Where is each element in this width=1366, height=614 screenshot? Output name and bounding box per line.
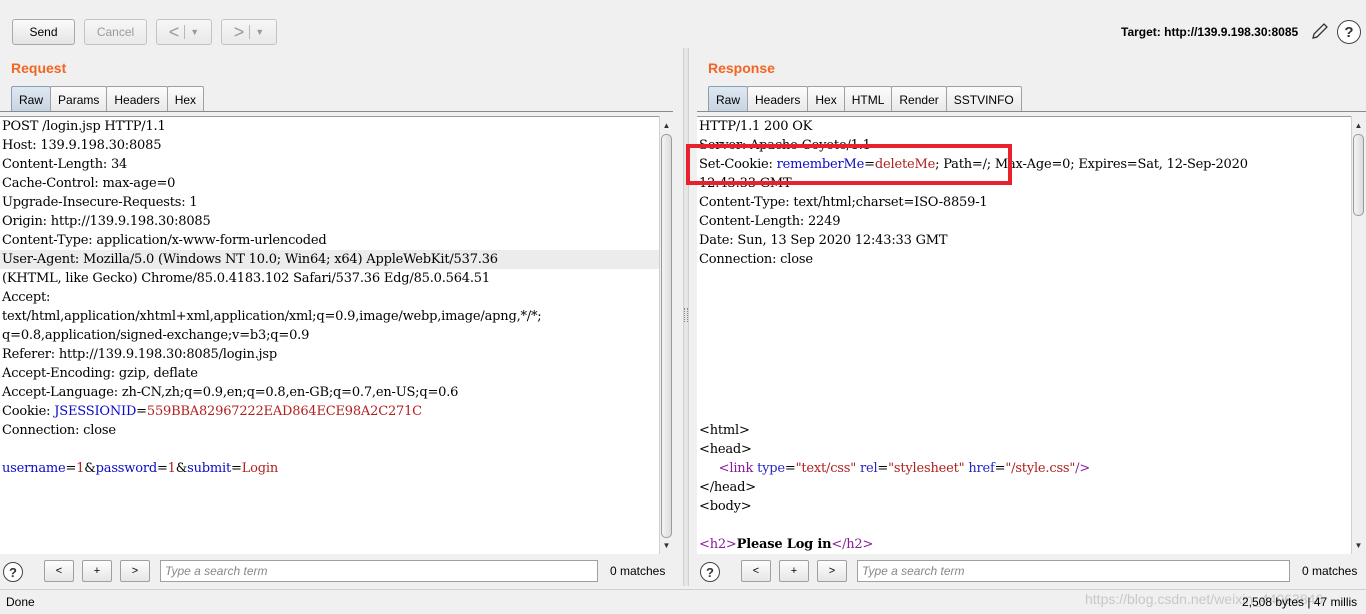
chevron-down-icon: ▼ (190, 27, 200, 37)
search-prev-button[interactable]: < (44, 560, 74, 582)
scroll-up-icon[interactable]: ▲ (1352, 118, 1365, 132)
scroll-down-icon[interactable]: ▼ (660, 538, 673, 552)
search-add-button[interactable]: + (82, 560, 112, 582)
request-line: Host: 139.9.198.30:8085 (2, 138, 162, 153)
response-tab-html[interactable]: HTML (843, 86, 893, 112)
response-html-line: <h2>Please Log in</h2> (699, 537, 874, 552)
response-tabs: Raw Headers Hex HTML Render SSTVINFO (708, 86, 1022, 112)
scroll-up-icon[interactable]: ▲ (660, 118, 673, 132)
cookie-key: JSESSIONID (54, 404, 137, 419)
request-line: POST /login.jsp HTTP/1.1 (2, 119, 166, 134)
scroll-thumb[interactable] (1353, 134, 1364, 216)
response-title: Response (708, 60, 775, 76)
request-title: Request (11, 60, 67, 76)
response-tab-hex[interactable]: Hex (807, 86, 845, 112)
response-html-line: <html> (699, 423, 750, 438)
request-line: q=0.8,application/signed-exchange;v=b3;q… (2, 328, 310, 343)
splitter-grip-icon (684, 308, 688, 322)
param-key: submit (187, 461, 231, 476)
param-value: 1 (167, 461, 176, 476)
status-text: Done (6, 595, 35, 609)
request-line: (KHTML, like Gecko) Chrome/85.0.4183.102… (2, 271, 490, 286)
response-line: Date: Sun, 13 Sep 2020 12:43:33 GMT (699, 233, 948, 248)
request-scrollbar[interactable]: ▲ ▼ (659, 116, 673, 554)
scroll-thumb[interactable] (661, 134, 672, 538)
cancel-button[interactable]: Cancel (84, 19, 147, 45)
request-cookie-line: Cookie: JSESSIONID=559BBA82967222EAD864E… (0, 402, 659, 421)
search-prev-button[interactable]: < (741, 560, 771, 582)
response-tab-headers[interactable]: Headers (747, 86, 809, 112)
request-line: Content-Type: application/x-www-form-url… (2, 233, 327, 248)
scroll-down-icon[interactable]: ▼ (1352, 538, 1365, 552)
search-next-button[interactable]: > (120, 560, 150, 582)
response-html-line: <body> (699, 499, 752, 514)
response-html-line: <head> (699, 442, 752, 457)
request-line: Connection: close (2, 423, 116, 438)
search-next-button[interactable]: > (817, 560, 847, 582)
response-html-line: <link type="text/css" rel="stylesheet" h… (718, 461, 1091, 476)
response-tab-sstvinfo[interactable]: SSTVINFO (945, 86, 1022, 112)
request-line: text/html,application/xhtml+xml,applicat… (2, 309, 542, 324)
chevron-down-icon: ▼ (255, 27, 265, 37)
param-key: username (2, 461, 66, 476)
request-matches-count: 0 matches (610, 564, 666, 578)
response-matches-count: 0 matches (1302, 564, 1358, 578)
target-label: Target: http://139.9.198.30:8085 (1121, 25, 1299, 39)
param-value: Login (241, 461, 279, 476)
back-button[interactable]: < ▼ (156, 19, 212, 45)
response-tab-raw[interactable]: Raw (708, 86, 749, 112)
response-stats: 2,508 bytes | 47 millis (1242, 595, 1358, 609)
request-tab-params[interactable]: Params (50, 86, 108, 112)
cookie-eq: = (136, 404, 147, 419)
request-line: Accept-Encoding: gzip, deflate (2, 366, 198, 381)
request-line: Accept: (2, 290, 51, 305)
request-line: Content-Length: 34 (2, 157, 128, 172)
response-html-line: </head> (699, 480, 756, 495)
request-line: Referer: http://139.9.198.30:8085/login.… (2, 347, 277, 362)
request-body-line: username=1&password=1&submit=Login (2, 461, 279, 476)
response-tab-render[interactable]: Render (891, 86, 947, 112)
response-line: Content-Length: 2249 (699, 214, 841, 229)
request-tab-headers[interactable]: Headers (106, 86, 168, 112)
response-search-input[interactable] (857, 560, 1290, 582)
help-icon[interactable]: ? (700, 562, 720, 582)
request-editor[interactable]: POST /login.jsp HTTP/1.1 Host: 139.9.198… (0, 116, 659, 554)
back-arrow-icon: < (168, 22, 180, 42)
pencil-icon[interactable] (1309, 20, 1331, 42)
help-icon[interactable]: ? (3, 562, 23, 582)
param-key: password (95, 461, 158, 476)
request-search-input[interactable] (160, 560, 598, 582)
forward-arrow-icon: > (233, 22, 245, 42)
highlight-box (686, 144, 1012, 185)
cookie-prefix: Cookie: (2, 404, 55, 419)
request-line: Accept-Language: zh-CN,zh;q=0.9,en;q=0.8… (2, 385, 459, 400)
cookie-value: 559BBA82967222EAD864ECE98A2C271C (146, 404, 422, 419)
request-line: Cache-Control: max-age=0 (2, 176, 176, 191)
send-button[interactable]: Send (12, 19, 75, 45)
request-tab-hex[interactable]: Hex (166, 86, 205, 112)
request-blank-line (0, 440, 659, 459)
response-line: Connection: close (699, 252, 813, 267)
request-tabs: Raw Params Headers Hex (11, 86, 205, 112)
request-line-cursor: User-Agent: Mozilla/5.0 (Windows NT 10.0… (0, 250, 659, 269)
help-icon[interactable]: ? (1337, 20, 1361, 44)
response-line: HTTP/1.1 200 OK (699, 119, 813, 134)
response-scrollbar[interactable]: ▲ ▼ (1351, 116, 1365, 554)
request-line: Upgrade-Insecure-Requests: 1 (2, 195, 198, 210)
response-line: Content-Type: text/html;charset=ISO-8859… (699, 195, 988, 210)
forward-button[interactable]: > ▼ (221, 19, 277, 45)
request-tab-raw[interactable]: Raw (11, 86, 52, 112)
request-line: Origin: http://139.9.198.30:8085 (2, 214, 211, 229)
search-add-button[interactable]: + (779, 560, 809, 582)
